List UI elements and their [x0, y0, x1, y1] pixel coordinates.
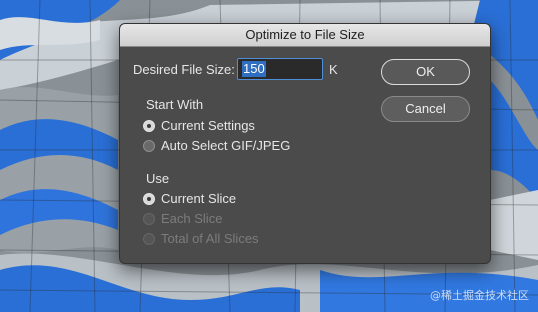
radio-button[interactable] [143, 140, 155, 152]
use-heading: Use [146, 171, 170, 186]
radio-button-selected[interactable] [143, 193, 155, 205]
radio-label: Each Slice [161, 211, 223, 226]
file-size-label: Desired File Size: [133, 62, 235, 77]
watermark: @稀土掘金技术社区 [430, 289, 529, 302]
dialog-content: Desired File Size: 150 K OK Cancel Start… [120, 47, 490, 263]
optimize-dialog: Optimize to File Size Desired File Size:… [119, 23, 491, 264]
start-with-heading: Start With [146, 97, 204, 112]
dialog-title: Optimize to File Size [120, 24, 490, 47]
ok-button[interactable]: OK [381, 59, 470, 85]
radio-button-disabled [143, 213, 155, 225]
file-size-unit: K [329, 62, 338, 77]
radio-label[interactable]: Current Slice [161, 191, 236, 206]
radio-button-selected[interactable] [143, 120, 155, 132]
radio-button-disabled [143, 233, 155, 245]
radio-label: Total of All Slices [161, 231, 259, 246]
radio-label[interactable]: Current Settings [161, 118, 255, 133]
file-size-value[interactable]: 150 [242, 61, 266, 77]
file-size-input[interactable]: 150 [237, 58, 323, 80]
radio-label[interactable]: Auto Select GIF/JPEG [161, 138, 290, 153]
cancel-button[interactable]: Cancel [381, 96, 470, 122]
